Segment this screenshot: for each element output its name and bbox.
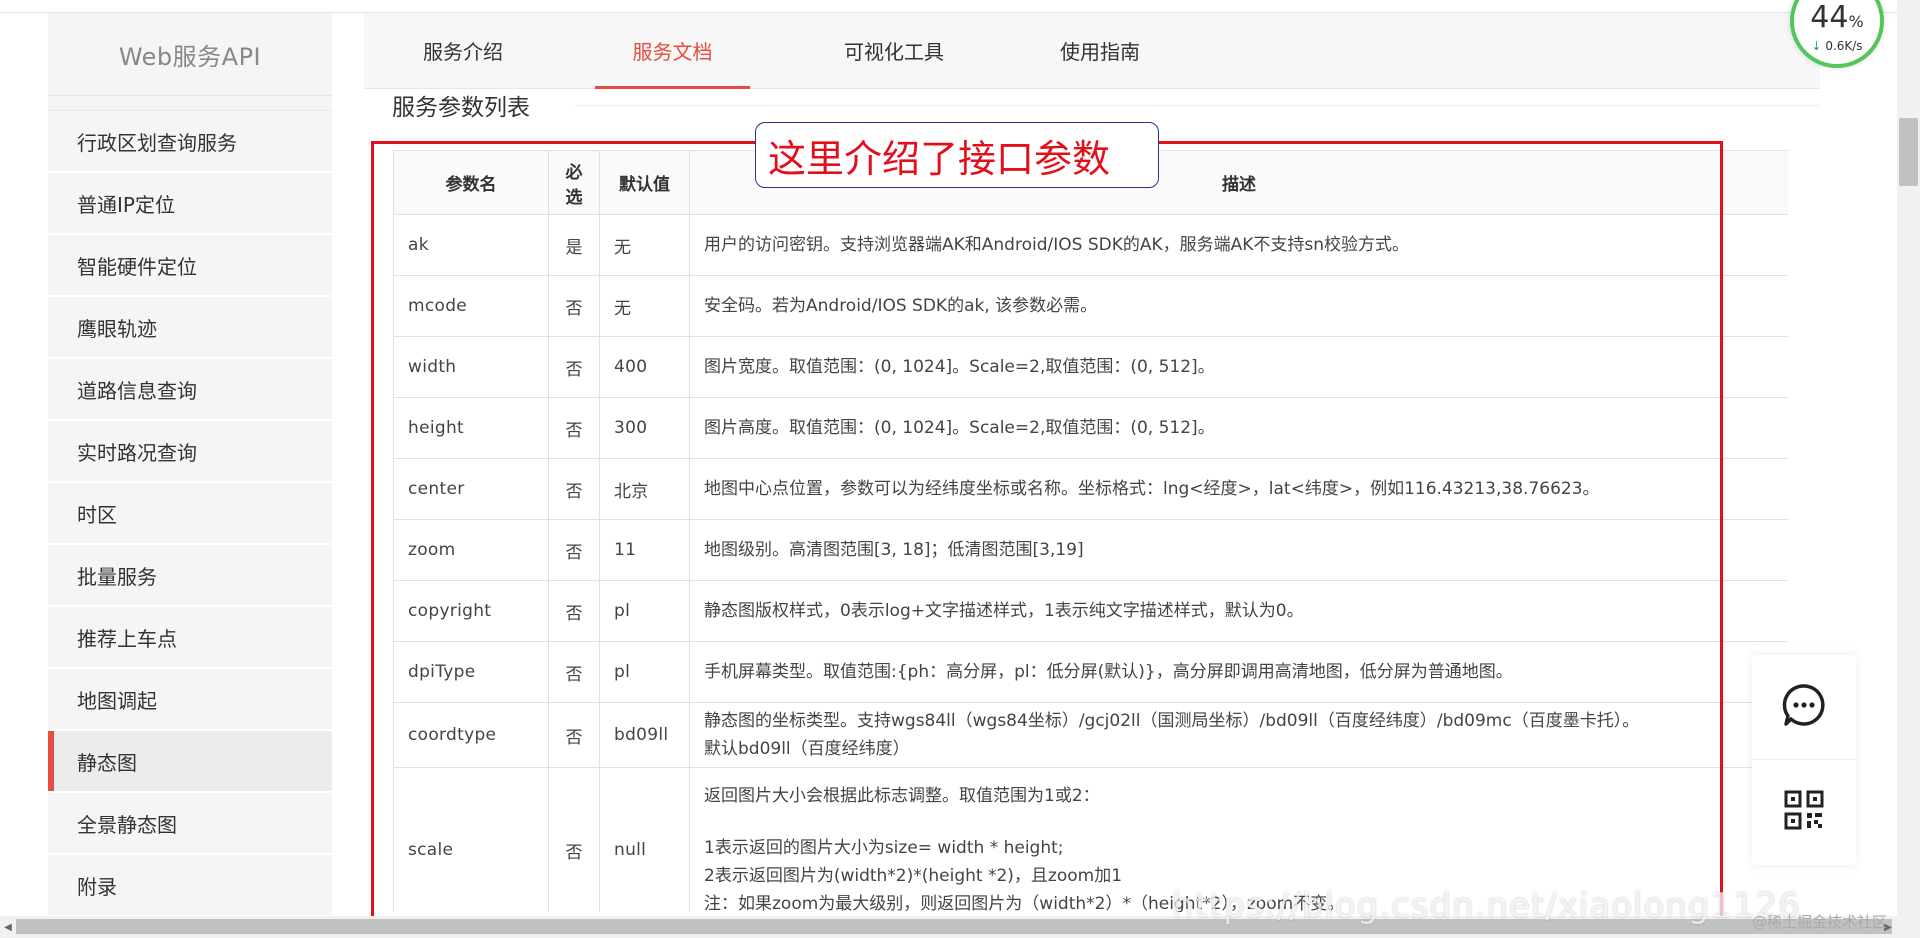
sidebar-item-label: 静态图: [77, 750, 137, 775]
section-title: 服务参数列表: [392, 95, 530, 121]
sidebar-item-appendix[interactable]: 附录: [48, 855, 332, 917]
tab-service-intro[interactable]: 服务介绍: [403, 13, 523, 88]
download-arrow-icon: ↓: [1811, 39, 1822, 53]
floating-toolbar: [1752, 655, 1856, 865]
sidebar-brand[interactable]: Web服务API: [48, 13, 332, 96]
vertical-scrollbar-thumb[interactable]: [1899, 118, 1918, 186]
annotation-label: 这里介绍了接口参数: [755, 122, 1159, 188]
sidebar-spacer: [48, 96, 332, 111]
speed-rate: ↓ 0.6K/s: [1811, 39, 1863, 53]
sidebar-item-label: 时区: [77, 502, 117, 527]
sidebar-item-static-map[interactable]: 静态图: [48, 731, 332, 793]
sidebar: Web服务API 行政区划查询服务 普通IP定位 智能硬件定位 鹰眼轨迹 道路信…: [48, 13, 332, 919]
sidebar-item-label: 道路信息查询: [77, 378, 197, 403]
watermark: https://blog.csdn.net/xiaolong1126: [1172, 886, 1801, 926]
sidebar-item-timezone[interactable]: 时区: [48, 483, 332, 545]
chat-icon: [1781, 682, 1827, 732]
sidebar-item-road-info[interactable]: 道路信息查询: [48, 359, 332, 421]
sidebar-item-label: 智能硬件定位: [77, 254, 197, 279]
tab-service-docs[interactable]: 服务文档: [595, 13, 750, 89]
speed-percent: 44%: [1810, 0, 1864, 35]
sidebar-item-label: 鹰眼轨迹: [77, 316, 157, 341]
qrcode-icon: [1784, 790, 1824, 834]
sidebar-item-traffic[interactable]: 实时路况查询: [48, 421, 332, 483]
sidebar-item-label: 行政区划查询服务: [77, 130, 237, 155]
sidebar-item-label: 推荐上车点: [77, 626, 177, 651]
top-border: [0, 0, 1920, 13]
sidebar-item-pickup-point[interactable]: 推荐上车点: [48, 607, 332, 669]
sidebar-item-batch[interactable]: 批量服务: [48, 545, 332, 607]
sidebar-item-hardware-location[interactable]: 智能硬件定位: [48, 235, 332, 297]
annotation-box: [371, 141, 1723, 924]
credit-watermark: @稀土掘金技术社区: [1752, 913, 1888, 931]
sidebar-item-label: 普通IP定位: [77, 192, 175, 217]
sidebar-item-panorama-static[interactable]: 全景静态图: [48, 793, 332, 855]
sidebar-item-map-invoke[interactable]: 地图调起: [48, 669, 332, 731]
sidebar-item-label: 地图调起: [77, 688, 157, 713]
section-divider: [575, 105, 1820, 106]
tab-usage-guide[interactable]: 使用指南: [1036, 13, 1164, 88]
sidebar-item-ip-location[interactable]: 普通IP定位: [48, 173, 332, 235]
sidebar-item-label: 附录: [77, 874, 117, 899]
sidebar-item-label: 批量服务: [77, 564, 157, 589]
sidebar-item-label: 实时路况查询: [77, 440, 197, 465]
sidebar-item-eagle-track[interactable]: 鹰眼轨迹: [48, 297, 332, 359]
sidebar-item-district-query[interactable]: 行政区划查询服务: [48, 111, 332, 173]
qrcode-button[interactable]: [1752, 760, 1856, 864]
top-tabs: 服务介绍 服务文档 可视化工具 使用指南: [364, 13, 1820, 89]
sidebar-item-label: 全景静态图: [77, 812, 177, 837]
scroll-left-arrow-icon[interactable]: ◀: [0, 916, 16, 938]
tab-visual-tools[interactable]: 可视化工具: [824, 13, 964, 88]
chat-button[interactable]: [1752, 655, 1856, 760]
